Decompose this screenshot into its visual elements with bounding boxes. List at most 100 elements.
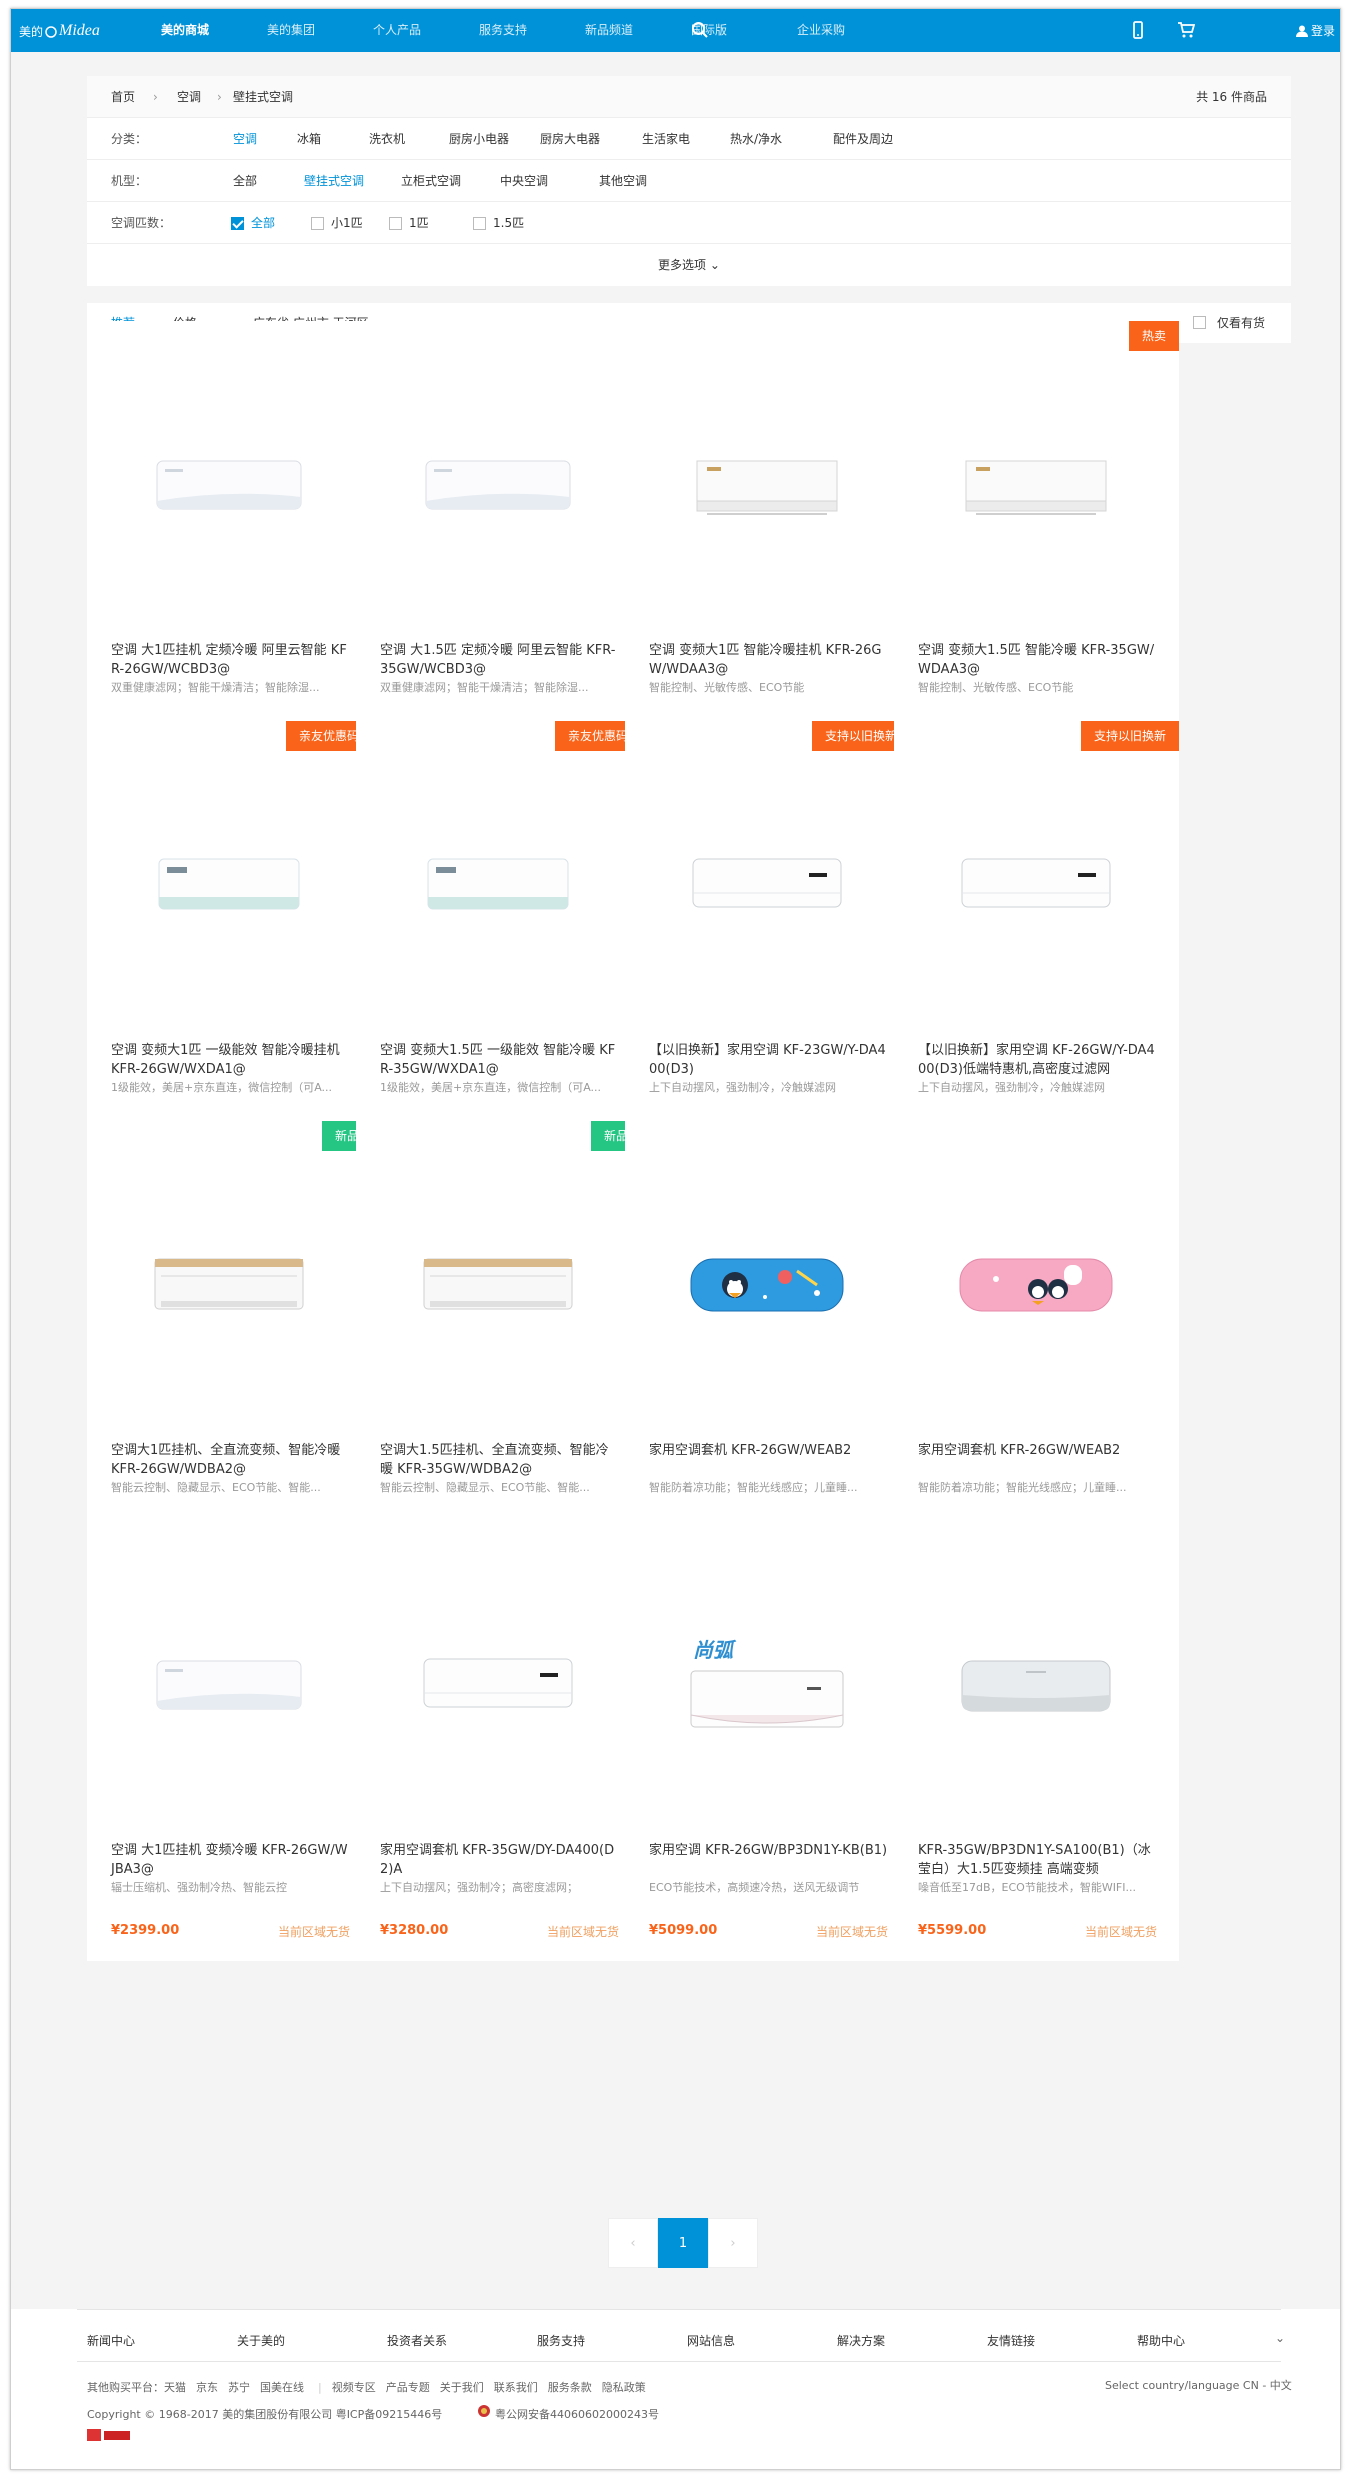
filter-option-category[interactable]: 生活家电 [642, 118, 690, 160]
nav-item[interactable]: 美的商城 [161, 9, 267, 52]
region-selector[interactable]: Select country/language CN - 中文 [1105, 2377, 1292, 2393]
footer-link[interactable]: 友情链接 [987, 2332, 1137, 2349]
product-image-ac-white[interactable] [139, 431, 319, 541]
product-image-ac-green[interactable] [139, 831, 319, 941]
instock-checkbox[interactable] [1193, 316, 1206, 329]
filter-option-power[interactable]: 全部 [251, 202, 275, 244]
footer-link[interactable]: 关于美的 [237, 2332, 387, 2349]
breadcrumb-home[interactable]: 首页 [111, 76, 135, 118]
footer-link2[interactable]: 视频专区 [332, 2381, 376, 2394]
filter-option-category[interactable]: 空调 [233, 118, 257, 160]
footer-link[interactable]: 解决方案 [837, 2332, 987, 2349]
filter-option-category[interactable]: 厨房小电器 [449, 118, 509, 160]
footer-link2[interactable]: 联系我们 [494, 2381, 538, 2394]
nav-item[interactable]: 个人产品 [373, 9, 479, 52]
product-card[interactable]: 家用空调套机 KFR-26GW/WEAB2 智能防着凉功能；智能光线感应；儿童睡.… [894, 1121, 1179, 1561]
product-image-ac-plain[interactable] [408, 1631, 588, 1741]
footer-link2[interactable]: 隐私政策 [602, 2381, 646, 2394]
filter-option-type[interactable]: 壁挂式空调 [304, 160, 364, 202]
filter-option-type[interactable]: 其他空调 [599, 160, 647, 202]
product-name[interactable]: 家用空调套机 KFR-35GW/DY-DA400(D2)A [380, 1841, 620, 1879]
product-card[interactable]: 空调 大1.5匹 定频冷暖 阿里云智能 KFR-35GW/WCBD3@ 双重健康滤… [356, 321, 641, 761]
product-card[interactable]: 亲友优惠码 空调 变频大1匹 一级能效 智能冷暖挂机 KFR-26GW/WXDA1… [87, 721, 372, 1161]
product-card[interactable]: 新品 空调大1.5匹挂机、全直流变频、智能冷暖 KFR-35GW/WDBA2@ 智能… [356, 1121, 641, 1561]
nav-item[interactable]: 美的集团 [267, 9, 373, 52]
product-card[interactable]: 支持以旧换新 【以旧换新】家用空调 KF-26GW/Y-DA400(D3)低端特惠… [894, 721, 1179, 1161]
product-name[interactable]: 家用空调 KFR-26GW/BP3DN1Y-KB(B1) [649, 1841, 889, 1860]
product-card[interactable]: 家用空调套机 KFR-35GW/DY-DA400(D2)A 上下自动摆风；强劲制冷… [356, 1521, 641, 1961]
product-card[interactable]: 家用空调套机 KFR-26GW/WEAB2 智能防着凉功能；智能光线感应；儿童睡.… [625, 1121, 910, 1561]
footer-link2[interactable]: 产品专题 [386, 2381, 430, 2394]
product-card[interactable]: 热卖 空调 变频大1.5匹 智能冷暖 KFR-35GW/WDAA3@ 智能控制、光敏… [894, 321, 1179, 761]
product-image-ac-gold[interactable] [139, 1231, 319, 1341]
platform-link[interactable]: 天猫 [164, 2381, 186, 2394]
product-image-ac-gold[interactable] [408, 1231, 588, 1341]
filter-option-power[interactable]: 1.5匹 [493, 202, 524, 244]
platform-link[interactable]: 京东 [196, 2381, 218, 2394]
filter-checkbox[interactable] [311, 217, 324, 230]
product-name[interactable]: 家用空调套机 KFR-26GW/WEAB2 [918, 1441, 1158, 1460]
product-image-ac-flat[interactable] [677, 431, 857, 541]
product-card[interactable]: 支持以旧换新 【以旧换新】家用空调 KF-23GW/Y-DA400(D3) 上下自动… [625, 721, 910, 1161]
filter-option-category[interactable]: 洗衣机 [369, 118, 405, 160]
product-card[interactable]: 新品 空调大1匹挂机、全直流变频、智能冷暖 KFR-26GW/WDBA2@ 智能云控… [87, 1121, 372, 1561]
product-image-ac-plain[interactable] [946, 831, 1126, 941]
filter-option-category[interactable]: 厨房大电器 [540, 118, 600, 160]
product-name[interactable]: 空调大1.5匹挂机、全直流变频、智能冷暖 KFR-35GW/WDBA2@ [380, 1441, 620, 1479]
product-name[interactable]: 空调 大1匹挂机 变频冷暖 KFR-26GW/WJBA3@ [111, 1841, 351, 1879]
product-name[interactable]: 空调 大1匹挂机 定频冷暖 阿里云智能 KFR-26GW/WCBD3@ [111, 641, 351, 679]
more-options-button[interactable]: 更多选项 ⌄ [87, 244, 1291, 286]
platform-link[interactable]: 国美在线 [260, 2381, 304, 2394]
product-name[interactable]: 空调大1匹挂机、全直流变频、智能冷暖 KFR-26GW/WDBA2@ [111, 1441, 351, 1479]
login-link[interactable]: 登录 [1296, 22, 1335, 39]
product-card[interactable]: 空调 大1匹挂机 变频冷暖 KFR-26GW/WJBA3@ 辐士压缩机、强劲制冷热… [87, 1521, 372, 1961]
filter-option-power[interactable]: 小1匹 [331, 202, 363, 244]
product-card[interactable]: KFR-35GW/BP3DN1Y-SA100(B1)（冰莹白）大1.5匹变频挂 … [894, 1521, 1179, 1961]
next-page-button[interactable]: › [708, 2218, 758, 2268]
product-name[interactable]: 空调 大1.5匹 定频冷暖 阿里云智能 KFR-35GW/WCBD3@ [380, 641, 620, 679]
nav-item[interactable]: 企业采购 [797, 9, 903, 52]
product-image-ac-shanghu[interactable]: 尚弧 [677, 1631, 857, 1741]
footer-link[interactable]: 网站信息 [687, 2332, 837, 2349]
product-name[interactable]: KFR-35GW/BP3DN1Y-SA100(B1)（冰莹白）大1.5匹变频挂 … [918, 1841, 1158, 1879]
filter-option-power[interactable]: 1匹 [409, 202, 429, 244]
filter-option-category[interactable]: 冰箱 [297, 118, 321, 160]
filter-checkbox[interactable] [473, 217, 486, 230]
filter-option-category[interactable]: 配件及周边 [833, 118, 893, 160]
nav-item[interactable]: 服务支持 [479, 9, 585, 52]
product-name[interactable]: 空调 变频大1匹 一级能效 智能冷暖挂机 KFR-26GW/WXDA1@ [111, 1041, 351, 1079]
product-card[interactable]: 空调 大1匹挂机 定频冷暖 阿里云智能 KFR-26GW/WCBD3@ 双重健康滤… [87, 321, 372, 761]
product-card[interactable]: 尚弧 家用空调 KFR-26GW/BP3DN1Y-KB(B1) ECO节能技术，高频… [625, 1521, 910, 1961]
prev-page-button[interactable]: ‹ [608, 2218, 658, 2268]
mobile-icon[interactable] [1129, 21, 1147, 39]
footer-link2[interactable]: 关于我们 [440, 2381, 484, 2394]
product-card[interactable]: 亲友优惠码 空调 变频大1.5匹 一级能效 智能冷暖 KFR-35GW/WXDA1… [356, 721, 641, 1161]
breadcrumb-level1[interactable]: 空调 [177, 76, 201, 118]
product-name[interactable]: 家用空调套机 KFR-26GW/WEAB2 [649, 1441, 889, 1460]
filter-option-type[interactable]: 中央空调 [500, 160, 548, 202]
page-number-button[interactable]: 1 [658, 2218, 708, 2268]
product-name[interactable]: 空调 变频大1.5匹 智能冷暖 KFR-35GW/WDAA3@ [918, 641, 1158, 679]
filter-option-type[interactable]: 全部 [233, 160, 257, 202]
product-image-ac-green[interactable] [408, 831, 588, 941]
search-icon[interactable] [691, 21, 709, 39]
product-image-ac-flat[interactable] [946, 431, 1126, 541]
product-name[interactable]: 【以旧换新】家用空调 KF-23GW/Y-DA400(D3) [649, 1041, 889, 1079]
footer-link[interactable]: 投资者关系 [387, 2332, 537, 2349]
product-image-ac-pink[interactable] [946, 1231, 1126, 1341]
filter-checkbox[interactable] [231, 217, 244, 230]
product-name[interactable]: 【以旧换新】家用空调 KF-26GW/Y-DA400(D3)低端特惠机,高密度过… [918, 1041, 1158, 1079]
product-image-ac-white[interactable] [408, 431, 588, 541]
midea-logo[interactable]: 美的 Midea [19, 22, 100, 40]
filter-option-type[interactable]: 立柜式空调 [401, 160, 461, 202]
nav-item[interactable]: 新品频道 [585, 9, 691, 52]
footer-link2[interactable]: 服务条款 [548, 2381, 592, 2394]
footer-link[interactable]: 新闻中心 [87, 2332, 237, 2349]
product-image-ac-blue[interactable] [677, 1231, 857, 1341]
product-name[interactable]: 空调 变频大1.5匹 一级能效 智能冷暖 KFR-35GW/WXDA1@ [380, 1041, 620, 1079]
product-image-ac-white[interactable] [139, 1631, 319, 1741]
chevron-down-icon[interactable]: ⌄ [1275, 2331, 1285, 2345]
product-image-ac-silver[interactable] [946, 1631, 1126, 1741]
footer-link[interactable]: 帮助中心 [1137, 2332, 1287, 2349]
filter-option-category[interactable]: 热水/净水 [730, 118, 782, 160]
